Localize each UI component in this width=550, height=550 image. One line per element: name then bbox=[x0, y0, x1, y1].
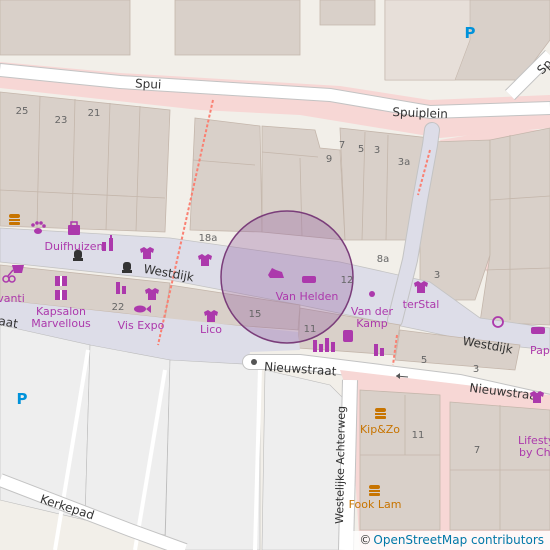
poi-label-lico[interactable]: Lico bbox=[200, 323, 222, 336]
house-number: 3 bbox=[473, 364, 479, 375]
house-number: 9 bbox=[326, 154, 332, 165]
house-number: 18a bbox=[199, 233, 218, 244]
parking-area-mid bbox=[84, 344, 171, 536]
poi-label-marvellous[interactable]: Marvellous bbox=[31, 317, 91, 330]
burger-icon[interactable] bbox=[9, 214, 20, 225]
building-top-small bbox=[319, 0, 376, 26]
house-number: 22 bbox=[112, 302, 125, 313]
memorial-icon[interactable] bbox=[122, 262, 132, 273]
parking-icon[interactable]: P bbox=[465, 24, 476, 42]
house-number: 11 bbox=[412, 430, 425, 441]
street-label-westelijke-achterweg: Westelijke Achterweg bbox=[333, 406, 348, 524]
house-number: 11 bbox=[304, 324, 317, 335]
map-view[interactable]: Spui Spuiplein Westdijk Westdijk Nieuwst… bbox=[0, 0, 550, 550]
poi-label-vanti[interactable]: vanti bbox=[0, 292, 25, 305]
map-canvas[interactable]: Spui Spuiplein Westdijk Westdijk Nieuwst… bbox=[0, 0, 550, 550]
house-number: 7 bbox=[339, 140, 345, 151]
turning-circle-icon bbox=[251, 359, 257, 365]
building-top-left bbox=[0, 0, 131, 56]
building-right-block bbox=[479, 127, 550, 326]
copyright-symbol: © bbox=[359, 533, 372, 547]
poi-label-by-chr[interactable]: by Chr bbox=[519, 446, 550, 459]
building-top-right-inner bbox=[384, 0, 471, 81]
house-number: 3 bbox=[434, 270, 440, 281]
poi-label-kamp[interactable]: Kamp bbox=[356, 317, 387, 330]
shoe-icon[interactable] bbox=[531, 327, 545, 334]
parking-icon[interactable]: P bbox=[17, 390, 28, 408]
building-top-center bbox=[174, 0, 301, 56]
house-number: 3a bbox=[398, 157, 411, 168]
street-label-left-partial: aat bbox=[0, 314, 19, 331]
osm-contributors-link[interactable]: OpenStreetMap contributors bbox=[373, 533, 544, 547]
location-highlight-circle[interactable] bbox=[220, 210, 354, 344]
poi-label-kip-zo[interactable]: Kip&Zo bbox=[360, 423, 400, 436]
jar-icon[interactable] bbox=[343, 330, 353, 342]
street-label-spuiplein: Spuiplein bbox=[392, 105, 448, 121]
poi-label-fook-lam[interactable]: Fook Lam bbox=[349, 498, 402, 511]
poi-label-vis-expo[interactable]: Vis Expo bbox=[118, 319, 165, 332]
shop-dot-icon[interactable] bbox=[369, 291, 375, 297]
poi-label-papyrus[interactable]: Papyru bbox=[530, 344, 550, 357]
burger-icon[interactable] bbox=[375, 408, 386, 419]
street-label-spui: Spui bbox=[135, 76, 162, 91]
building-18a bbox=[189, 117, 263, 233]
house-number: 15 bbox=[249, 309, 262, 320]
shoe-icon[interactable] bbox=[302, 276, 316, 283]
house-number: 21 bbox=[88, 108, 101, 119]
parking-area-right bbox=[164, 359, 261, 550]
gift-icon[interactable] bbox=[55, 276, 67, 286]
burger-icon[interactable] bbox=[369, 485, 380, 496]
house-number: 23 bbox=[55, 115, 68, 126]
house-number: 12 bbox=[341, 275, 354, 286]
house-number: 5 bbox=[358, 144, 364, 155]
house-number: 8a bbox=[377, 254, 390, 265]
cart-icon[interactable] bbox=[12, 265, 24, 273]
house-number: 25 bbox=[16, 106, 29, 117]
map-attribution: © OpenStreetMap contributors bbox=[353, 531, 550, 550]
house-number: 3 bbox=[374, 145, 380, 156]
poi-label-van-helden[interactable]: Van Helden bbox=[276, 290, 339, 303]
house-number: 5 bbox=[421, 355, 427, 366]
poi-label-terstal[interactable]: terStal bbox=[403, 298, 440, 311]
gift-icon[interactable] bbox=[55, 290, 67, 300]
poi-label-duifhuizen[interactable]: Duifhuizen bbox=[45, 240, 104, 253]
house-number: 7 bbox=[474, 445, 480, 456]
